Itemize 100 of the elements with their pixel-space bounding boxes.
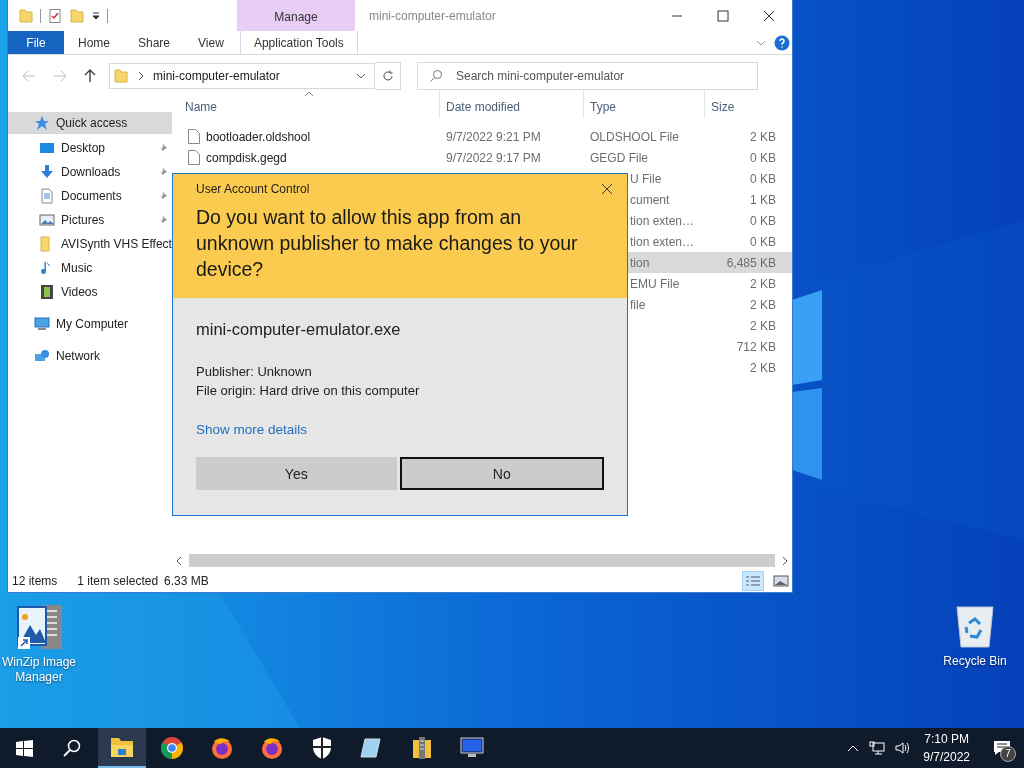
close-icon[interactable] bbox=[763, 9, 775, 22]
size-cell: 0 KB bbox=[750, 213, 776, 228]
up-icon[interactable] bbox=[84, 69, 96, 83]
recycle-bin-icon[interactable] bbox=[955, 603, 995, 649]
type-cell: OLDSHOOL File bbox=[590, 129, 679, 144]
origin-text: File origin: Hard drive on this computer bbox=[196, 382, 421, 400]
file-icon bbox=[188, 129, 200, 144]
shield-icon bbox=[311, 736, 333, 760]
document-icon bbox=[39, 188, 55, 204]
size-cell: 0 KB bbox=[750, 234, 776, 249]
expand-ribbon-icon[interactable] bbox=[756, 38, 766, 47]
size-cell: 1 KB bbox=[750, 192, 776, 207]
column-header[interactable]: Date modified bbox=[440, 90, 584, 118]
image-icon bbox=[773, 575, 789, 587]
notifications-button[interactable]: 7 bbox=[980, 728, 1024, 768]
scroll-right-icon[interactable] bbox=[781, 555, 789, 566]
ribbon-tab[interactable]: Home bbox=[64, 31, 124, 54]
browser-icon bbox=[160, 736, 184, 760]
show-hidden-icons-icon[interactable] bbox=[847, 744, 860, 752]
search-icon bbox=[429, 69, 443, 83]
type-cell: U File bbox=[630, 171, 662, 186]
monitor-icon bbox=[460, 737, 484, 759]
nav-item[interactable]: My Computer bbox=[8, 312, 172, 336]
file-row[interactable]: compdisk.gegd 9/7/2022 9:17 PM GEGD File 0 KB bbox=[172, 147, 792, 168]
column-header[interactable]: Type bbox=[584, 90, 705, 118]
nav-item[interactable]: AVISynth VHS Effect bbox=[8, 232, 172, 256]
column-header[interactable]: Size bbox=[705, 90, 780, 118]
network-icon[interactable] bbox=[869, 741, 886, 755]
nav-item[interactable]: Videos bbox=[8, 280, 172, 304]
nav-item[interactable]: Downloads bbox=[8, 160, 172, 184]
dropdown-icon[interactable] bbox=[356, 72, 366, 80]
size-cell: 2 KB bbox=[750, 297, 776, 312]
scrollbar-thumb[interactable] bbox=[189, 554, 775, 567]
list-icon bbox=[745, 575, 761, 587]
type-cell: cument bbox=[630, 192, 670, 207]
properties-icon[interactable] bbox=[47, 7, 63, 24]
date-cell: 9/7/2022 9:21 PM bbox=[446, 129, 541, 144]
yes-button[interactable]: Yes bbox=[196, 457, 397, 490]
show-details-link[interactable]: Show more details bbox=[196, 422, 308, 437]
column-header[interactable]: Name bbox=[172, 90, 440, 118]
dropdown-icon[interactable] bbox=[91, 10, 101, 21]
ribbon-tab[interactable]: Application Tools bbox=[239, 31, 358, 54]
notepad-icon bbox=[360, 736, 384, 760]
program-name: mini-computer-emulator.exe bbox=[196, 320, 402, 339]
volume-icon[interactable] bbox=[895, 741, 912, 755]
desktop-icon-label[interactable]: Recycle Bin bbox=[943, 654, 1007, 669]
size-cell: 712 KB bbox=[736, 339, 776, 354]
size-cell: 2 KB bbox=[750, 276, 776, 291]
star-icon bbox=[34, 115, 50, 131]
taskbar-app-button[interactable] bbox=[98, 728, 146, 768]
file-name: compdisk.gegd bbox=[206, 150, 287, 165]
browser-icon bbox=[260, 736, 284, 760]
type-cell: tion exten… bbox=[630, 213, 695, 228]
maximize-icon[interactable] bbox=[717, 9, 729, 22]
refresh-button[interactable] bbox=[375, 62, 401, 90]
search-field[interactable]: Search mini-computer-emulator bbox=[417, 62, 758, 90]
network-icon bbox=[34, 348, 50, 364]
dialog-title: User Account Control bbox=[196, 182, 310, 196]
nav-item[interactable]: Network bbox=[8, 344, 172, 368]
nav-item[interactable]: Quick access bbox=[8, 112, 172, 134]
search-icon bbox=[63, 739, 81, 757]
selection-size: 6.33 MB bbox=[164, 574, 209, 588]
ribbon-tab[interactable]: View bbox=[184, 31, 238, 54]
item-count: 12 items bbox=[12, 574, 58, 588]
folder-icon bbox=[113, 68, 129, 84]
close-icon[interactable] bbox=[601, 183, 613, 195]
type-cell: GEGD File bbox=[590, 150, 648, 165]
type-cell: tion exten… bbox=[630, 234, 695, 249]
desktop-icon bbox=[39, 140, 55, 156]
chevron-right-icon[interactable] bbox=[137, 71, 145, 81]
no-button[interactable]: No bbox=[399, 457, 604, 490]
file-icon bbox=[188, 150, 200, 165]
size-cell: 0 KB bbox=[750, 150, 776, 165]
size-cell: 2 KB bbox=[750, 129, 776, 144]
nav-item[interactable]: Pictures bbox=[8, 208, 172, 232]
nav-item[interactable]: Music bbox=[8, 256, 172, 280]
nav-item[interactable]: Desktop bbox=[8, 136, 172, 160]
pictures-icon bbox=[39, 212, 55, 228]
archive-icon bbox=[411, 736, 433, 760]
context-tab-header: Manage bbox=[237, 0, 355, 31]
date-cell: 9/7/2022 9:17 PM bbox=[446, 150, 541, 165]
dialog-question: Do you want to allow this app from an unknown publisher to make changes to your device? bbox=[196, 205, 579, 282]
computer-icon bbox=[34, 316, 50, 332]
type-cell: tion bbox=[630, 255, 650, 270]
refresh-icon bbox=[381, 70, 394, 82]
address-bar[interactable]: mini-computer-emulator bbox=[109, 63, 375, 89]
ribbon-tab[interactable]: Share bbox=[124, 31, 185, 54]
address-path[interactable]: mini-computer-emulator bbox=[153, 69, 280, 83]
type-cell: file bbox=[630, 297, 646, 312]
clock-date[interactable]: 9/7/2022 bbox=[923, 748, 970, 766]
clock-time[interactable]: 7:10 PM bbox=[924, 730, 969, 748]
size-cell: 0 KB bbox=[750, 171, 776, 186]
scroll-left-icon[interactable] bbox=[175, 555, 183, 566]
ribbon-tab[interactable]: File bbox=[8, 31, 64, 54]
file-row[interactable]: bootloader.oldshool 9/7/2022 9:21 PM OLDSHOOL File 2 KB bbox=[172, 126, 792, 147]
file-name: bootloader.oldshool bbox=[206, 129, 311, 144]
selection-count: 1 item selected bbox=[77, 574, 159, 588]
help-icon[interactable] bbox=[774, 34, 790, 51]
windows-logo-icon bbox=[15, 739, 33, 757]
nav-item[interactable]: Documents bbox=[8, 184, 172, 208]
